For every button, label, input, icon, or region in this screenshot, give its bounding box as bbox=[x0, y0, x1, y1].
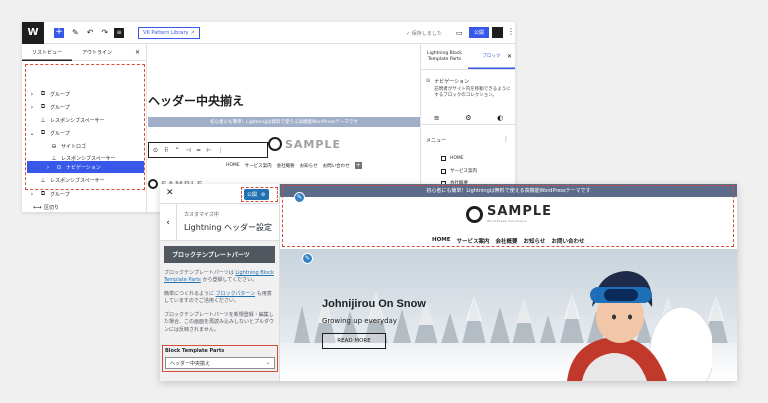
saved-status: ✓ 保存しました bbox=[406, 30, 442, 37]
page-icon bbox=[441, 156, 446, 161]
undo-icon[interactable]: ↶ bbox=[87, 28, 94, 37]
block-card: ⊙ ナビゲーション 訪問者がサイト内を移動できるようにするブロックのコレクション… bbox=[426, 78, 511, 100]
editor-publish-button[interactable]: 公開 bbox=[469, 27, 490, 38]
description-1: ブロックテンプレートパーツは Lightning Block Template … bbox=[164, 270, 274, 285]
more-options-icon[interactable]: ⋮ bbox=[503, 136, 509, 143]
external-link-icon: ↗ bbox=[190, 29, 195, 36]
preview-hero: Johnijirou On Snow Growing up everyday R… bbox=[280, 249, 737, 381]
more-options-icon[interactable]: ⋮ bbox=[218, 147, 224, 154]
customizer-window: ✕ 公開 ⚙ ‹ カスタマイズ中 Lightning ヘッダー設定 ブロックテン… bbox=[160, 184, 737, 381]
block-pattern-link[interactable]: ブロックパターン bbox=[216, 291, 256, 297]
justify-right-icon[interactable]: ⊢ bbox=[206, 147, 211, 154]
add-nav-item-icon[interactable]: + bbox=[354, 162, 362, 169]
vk-pattern-library-label: VK Pattern Library bbox=[143, 29, 189, 36]
edit-shortcut-icon[interactable]: ✎ bbox=[302, 253, 313, 264]
page-title[interactable]: ヘッダー中央揃え bbox=[148, 92, 244, 109]
block-description: 訪問者がサイト内を移動できるようにするブロックのコレクション。 bbox=[434, 87, 511, 99]
close-icon[interactable]: ✕ bbox=[166, 188, 174, 198]
page-icon bbox=[441, 168, 446, 174]
edit-shortcut-icon[interactable]: ✎ bbox=[294, 192, 305, 203]
nav-item[interactable]: お知らせ bbox=[300, 163, 318, 169]
menu-item[interactable]: HOME bbox=[441, 156, 464, 161]
navigation-icon: ⊙ bbox=[426, 78, 431, 84]
canvas-logo-text: SAMPLE bbox=[285, 137, 341, 151]
block-name: ナビゲーション bbox=[434, 79, 470, 85]
justify-left-icon[interactable]: ⊣ bbox=[185, 147, 190, 154]
description-text: から登録してください。 bbox=[200, 277, 258, 284]
nav-item[interactable]: HOME bbox=[226, 163, 240, 169]
tab-list-view[interactable]: リストビュー bbox=[22, 44, 72, 61]
nav-item[interactable]: サービス案内 bbox=[245, 163, 272, 169]
drag-handle-icon[interactable]: ⠿ bbox=[164, 147, 168, 154]
navigation-icon[interactable]: ⊙ bbox=[153, 147, 158, 154]
logo-mark-icon bbox=[268, 137, 282, 151]
vk-pattern-library-button[interactable]: VK Pattern Library ↗ bbox=[138, 26, 200, 39]
styles-icon[interactable]: ◐ bbox=[497, 114, 503, 122]
hero-title: Johnijirou On Snow bbox=[322, 298, 426, 310]
list-view-tabs: リストビュー アウトライン ✕ bbox=[22, 44, 146, 61]
description-text: 簡単につくれるように bbox=[164, 291, 216, 297]
header-highlight bbox=[282, 185, 734, 247]
close-icon[interactable]: ✕ bbox=[135, 49, 140, 56]
nav-item[interactable]: お問い合わせ bbox=[323, 163, 350, 169]
menu-label: メニュー bbox=[426, 138, 447, 144]
list-item-label: グループ bbox=[50, 191, 70, 198]
more-options-icon[interactable]: ⋮ bbox=[507, 27, 515, 36]
list-item[interactable]: ⟷ 区切り bbox=[33, 201, 59, 212]
redo-icon[interactable]: ↷ bbox=[101, 28, 108, 37]
menu-item[interactable]: サービス案内 bbox=[441, 168, 477, 174]
customizer-top-bar: ✕ 公開 ⚙ bbox=[160, 184, 279, 204]
block-template-parts-button[interactable]: ブロックテンプレートパーツ bbox=[164, 246, 275, 263]
settings-icon-tabs: ≡ ⚙ ◐ bbox=[421, 111, 515, 125]
close-icon[interactable]: ✕ bbox=[507, 53, 512, 60]
menu-item-label: サービス案内 bbox=[450, 169, 477, 174]
preview-device-icon[interactable]: ▭ bbox=[456, 29, 463, 37]
justify-center-icon[interactable]: ═ bbox=[197, 147, 201, 154]
move-arrows-icon[interactable]: ⌃ bbox=[174, 147, 179, 154]
block-toolbar: ⊙ ⠿ ⌃ ⊣ ═ ⊢ ⋮ bbox=[148, 142, 268, 158]
hero-subtitle: Growing up everyday bbox=[322, 317, 397, 325]
add-block-button[interactable]: + bbox=[54, 27, 64, 38]
read-more-button[interactable]: READ MORE bbox=[322, 333, 386, 349]
canvas-navigation: HOME サービス案内 会社概要 お知らせ お問い合わせ + bbox=[226, 162, 362, 169]
group-icon: ⧉ bbox=[40, 190, 46, 197]
pencil-tool-icon[interactable]: ✎ bbox=[72, 28, 79, 37]
site-preview: 初心者にも簡単！Lightningは無料で使える高機能WordPressテーマで… bbox=[280, 184, 737, 381]
select-highlight bbox=[162, 345, 278, 372]
gear-icon[interactable]: ⚙ bbox=[465, 114, 471, 122]
saved-status-label: 保存しました bbox=[411, 31, 442, 37]
canvas-site-logo[interactable]: SAMPLE bbox=[268, 137, 341, 151]
tab-template[interactable]: Lightning Block Template Parts bbox=[421, 44, 468, 69]
customizer-section-header: ‹ カスタマイズ中 Lightning ヘッダー設定 bbox=[160, 204, 279, 241]
separator-icon: ⟷ bbox=[33, 203, 42, 211]
child-snowboarder-illustration bbox=[567, 271, 712, 381]
back-chevron-icon[interactable]: ‹ bbox=[160, 204, 177, 241]
menu-item-label: HOME bbox=[450, 156, 464, 161]
list-view-toggle-icon[interactable]: ≡ bbox=[114, 27, 125, 38]
publish-highlight bbox=[241, 187, 278, 202]
description-3: ブロックテンプレートパーツを新規登録・編集した場合、この画面を再読み込みしないと… bbox=[164, 312, 275, 333]
section-title: Lightning ヘッダー設定 bbox=[184, 223, 272, 232]
list-item-label: 区切り bbox=[44, 204, 60, 211]
settings-tabs: Lightning Block Template Parts ブロック ✕ bbox=[421, 44, 515, 70]
list-settings-icon[interactable]: ≡ bbox=[434, 114, 440, 122]
logo-mark-icon bbox=[148, 179, 158, 189]
settings-toggle-icon[interactable] bbox=[492, 27, 503, 38]
tab-outline[interactable]: アウトライン bbox=[72, 44, 122, 61]
description-2: 簡単につくれるように ブロックパターン も用意していますのでご活用ください。 bbox=[164, 291, 274, 306]
editor-toolbar: W + ✎ ↶ ↷ ≡ VK Pattern Library ↗ ✓ 保存しまし… bbox=[22, 22, 515, 44]
customizer-sidebar: ✕ 公開 ⚙ ‹ カスタマイズ中 Lightning ヘッダー設定 ブロックテン… bbox=[160, 184, 280, 381]
list-view-highlight bbox=[25, 64, 145, 190]
breadcrumb: カスタマイズ中 bbox=[184, 212, 219, 218]
canvas-banner[interactable]: 初心者にも簡単！Lightningは無料で使える高機能WordPressテーマで… bbox=[148, 117, 420, 127]
description-text: ブロックテンプレートパーツは bbox=[164, 270, 236, 276]
wordpress-logo-icon[interactable]: W bbox=[22, 22, 44, 44]
nav-item[interactable]: 会社概要 bbox=[277, 163, 295, 169]
chevron-right-icon: › bbox=[30, 190, 34, 198]
